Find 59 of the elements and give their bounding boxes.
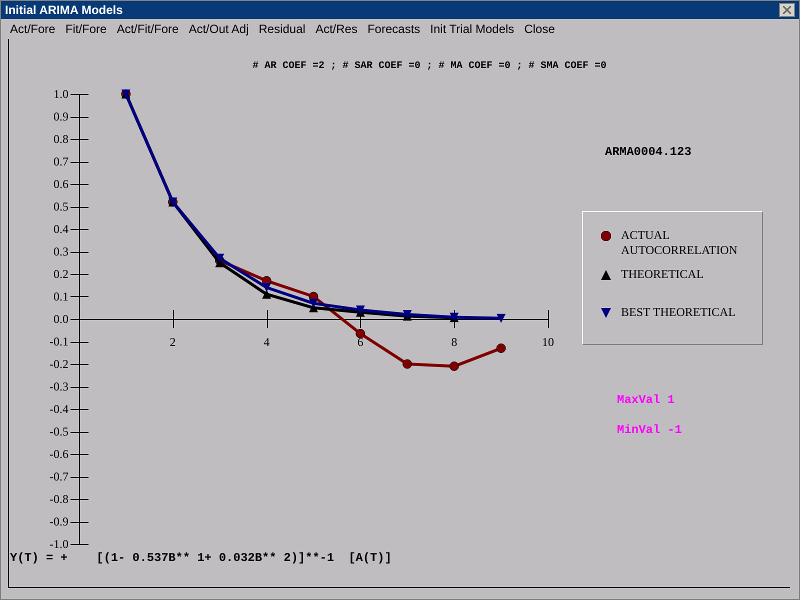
point (262, 283, 272, 292)
tick-label: 0.2 (54, 267, 68, 281)
menu-item[interactable]: Act/Out Adj (184, 20, 254, 38)
menu-item[interactable]: Fit/Fore (60, 20, 112, 38)
tick-label: -0.3 (50, 380, 68, 394)
axis-tick (173, 310, 174, 328)
point (402, 359, 412, 369)
tick-label: 0.6 (54, 177, 68, 191)
close-icon (783, 6, 791, 14)
menu-item[interactable]: Init Trial Models (425, 20, 520, 38)
point (449, 362, 459, 371)
tick-label: 2 (170, 335, 176, 349)
menu-item[interactable]: Forecasts (362, 20, 426, 38)
tick-label: 0.4 (54, 222, 68, 236)
menu-item[interactable]: Act/Fore (5, 20, 60, 38)
menu-item[interactable]: Close (519, 20, 560, 38)
tick-label: -0.6 (50, 447, 68, 461)
tick-label: 1.0 (54, 87, 68, 101)
tick-label: 4 (264, 335, 270, 349)
max-value-label: MaxVal 1 (617, 392, 675, 409)
tick-label: 0.7 (54, 154, 68, 168)
tick-label: 0.9 (54, 110, 68, 124)
tick-label: -0.2 (50, 357, 68, 371)
menu-item[interactable]: Residual (254, 20, 310, 38)
tick-label: -0.5 (50, 424, 68, 438)
point (496, 344, 506, 353)
point (356, 328, 366, 338)
tick-label: 8 (451, 335, 458, 349)
min-value-label: MinVal -1 (617, 422, 682, 439)
close-button[interactable] (779, 3, 795, 18)
legend-label: BEST THEORETICAL (621, 305, 737, 320)
coefficient-summary: # AR COEF =2 ; # SAR COEF =0 ; # MA COEF =0 ; # SMA COEF =0 (252, 60, 607, 74)
tick-label: 0.1 (54, 290, 68, 304)
point (309, 298, 318, 308)
tick-label: 0.0 (54, 312, 68, 326)
tick-label: -0.9 (50, 514, 68, 528)
legend-label: THEORETICAL (621, 266, 705, 282)
window-title: Initial ARIMA Models (5, 2, 123, 20)
point (356, 306, 365, 314)
tick-label: -0.8 (50, 492, 68, 506)
model-equation: Y(T) = + [(1- 0.537B** 1+ 0.032B** 2)]**-1 [A(T)] (10, 551, 392, 565)
tick-label: -0.4 (50, 402, 68, 416)
tick-label: -1.0 (50, 537, 68, 551)
menu-item[interactable]: Act/Fit/Fore (112, 20, 184, 38)
point (496, 314, 506, 323)
tick-label: 6 (357, 335, 364, 349)
tick-label: -0.7 (50, 470, 68, 484)
axis-tick (548, 310, 549, 328)
axis-tick (454, 310, 455, 328)
tick-label: 10 (542, 335, 554, 349)
tick-label: 0.5 (54, 200, 68, 214)
tick-label: -0.1 (50, 334, 68, 348)
menu-item[interactable]: Act/Res (310, 20, 362, 38)
tick-label: 0.8 (54, 132, 68, 146)
point (262, 290, 272, 299)
tick-label: 0.3 (54, 244, 68, 258)
axis-tick (267, 310, 268, 328)
series-file-label: ARMA0004.123 (605, 144, 692, 161)
legend-label: ACTUAL AUTOCORRELATION (621, 228, 738, 258)
